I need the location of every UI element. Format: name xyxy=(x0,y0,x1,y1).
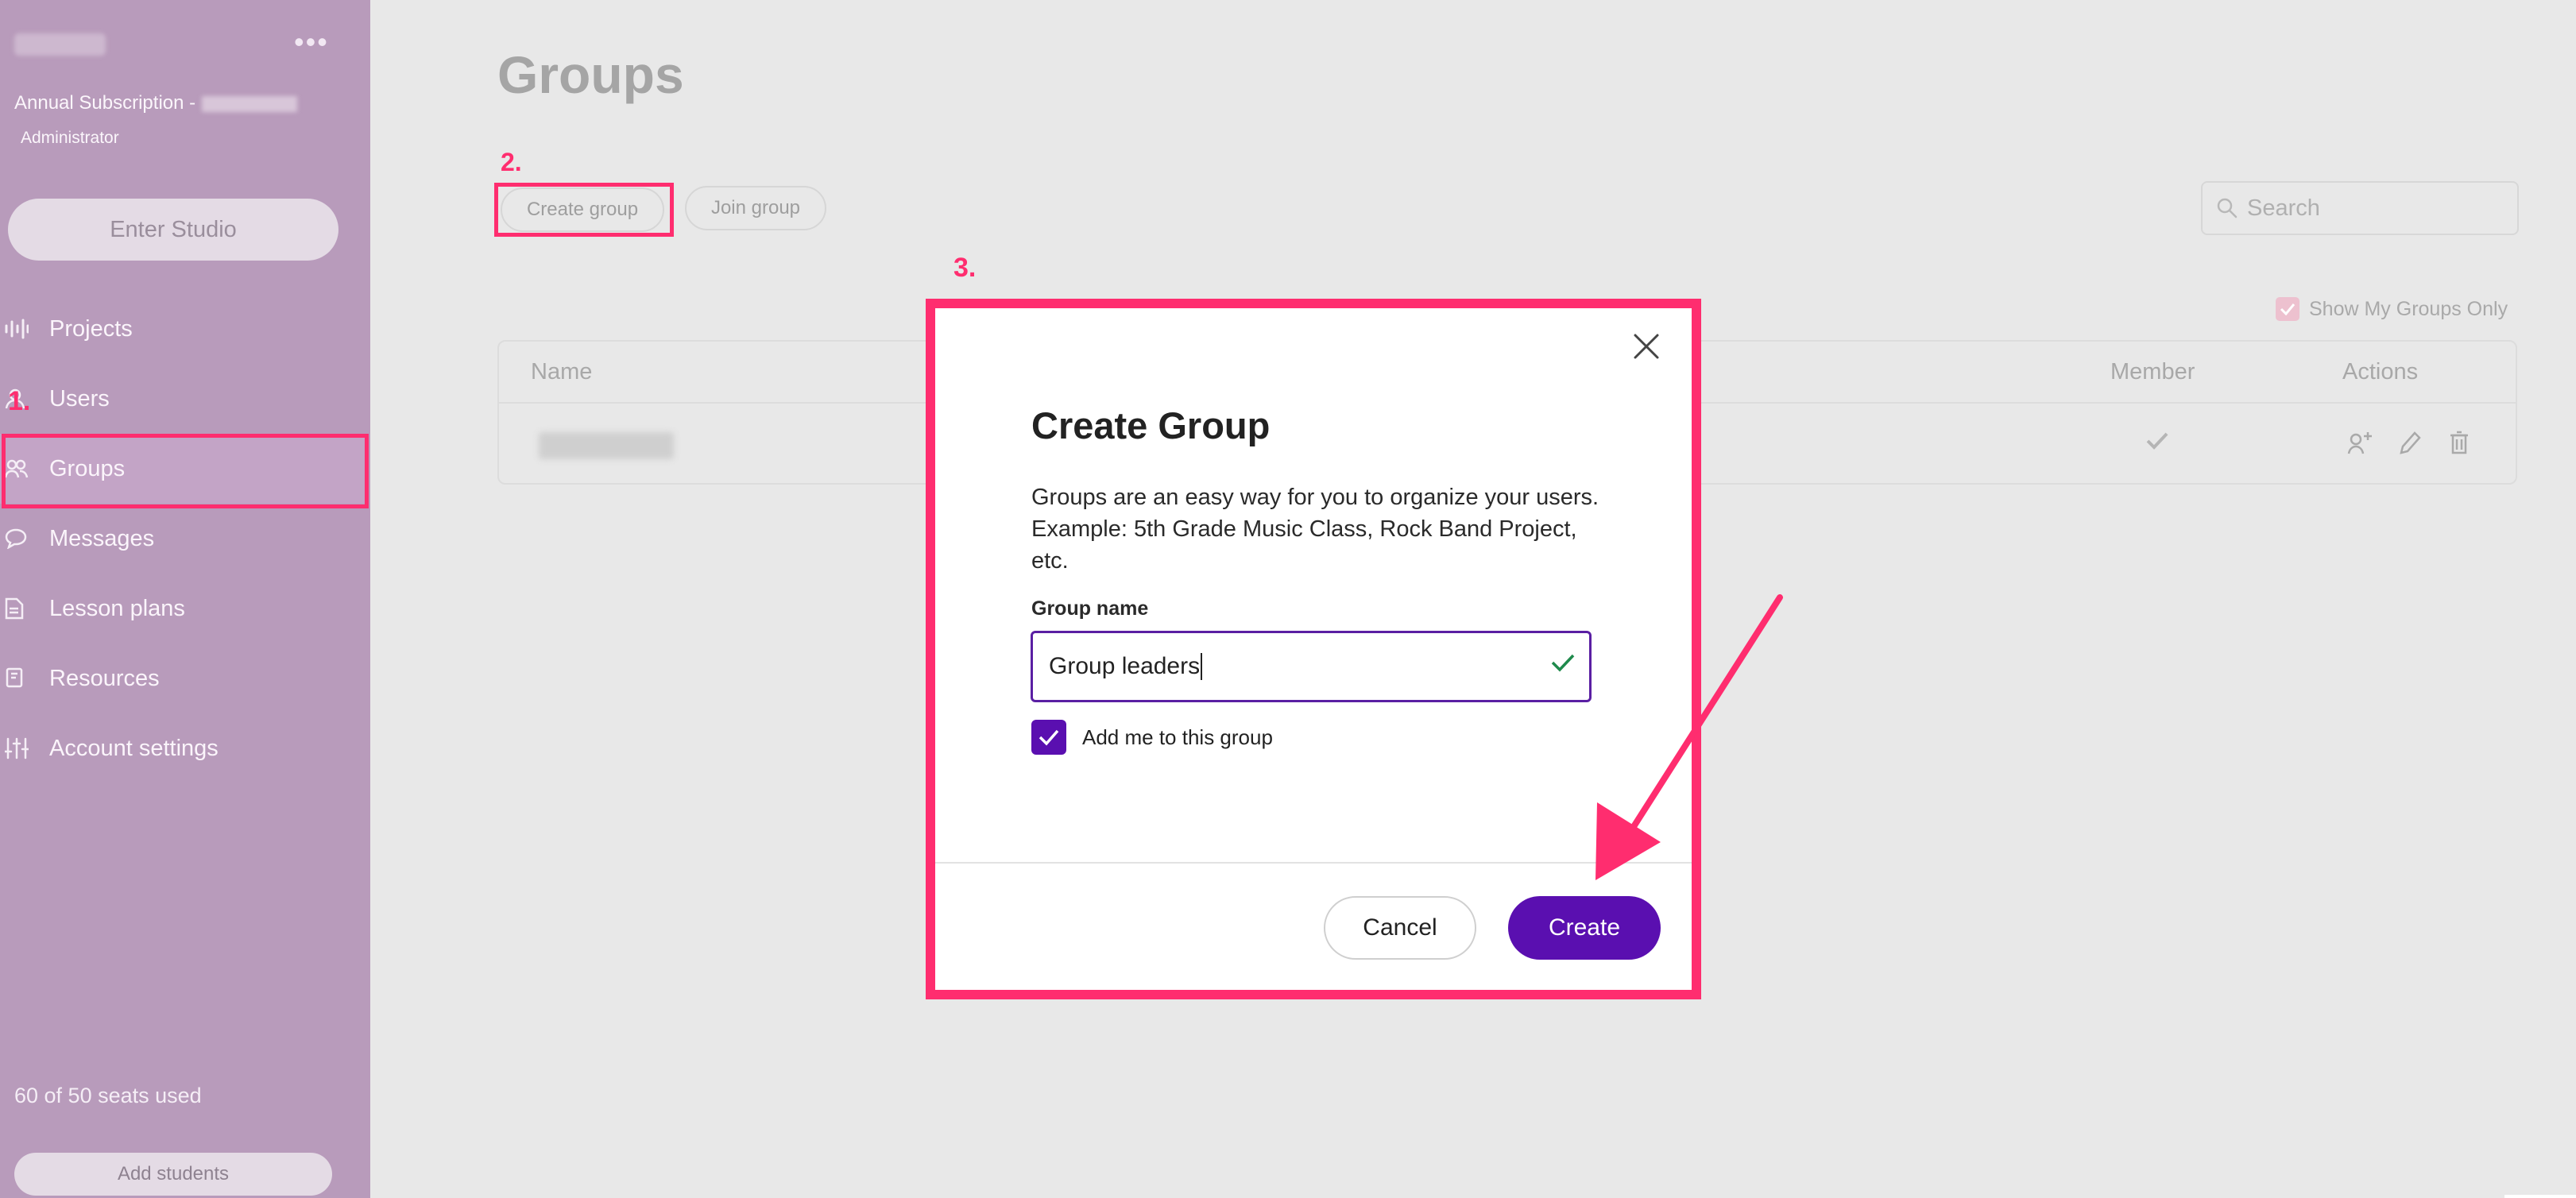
waveform-icon xyxy=(5,319,29,339)
annotation-box-groups xyxy=(2,434,369,508)
enter-studio-button[interactable]: Enter Studio xyxy=(8,199,338,261)
dialog-description: Groups are an easy way for you to organi… xyxy=(1031,485,1599,574)
document-icon xyxy=(5,597,29,620)
dialog-title: Create Group xyxy=(1031,404,1271,446)
chat-bubble-icon xyxy=(5,528,29,549)
subscription-text: Annual Subscription - xyxy=(14,92,196,114)
column-header-member: Member xyxy=(2110,359,2195,385)
text-cursor xyxy=(1201,653,1203,680)
seats-used-text: 60 of 50 seats used xyxy=(14,1084,202,1107)
annotation-step-2: 2. xyxy=(501,148,522,176)
column-header-name: Name xyxy=(531,359,593,385)
cancel-button[interactable]: Cancel xyxy=(1324,896,1476,960)
subscription-label: Annual Subscription - xyxy=(14,92,298,114)
annotation-box-create-group xyxy=(494,183,674,237)
column-header-actions: Actions xyxy=(2342,359,2419,385)
group-name-blurred xyxy=(539,432,674,459)
group-name-label: Group name xyxy=(1031,597,1149,620)
sidebar-item-label: Resources xyxy=(49,665,160,691)
checkbox-checked-icon[interactable] xyxy=(2276,297,2299,321)
add-member-icon[interactable] xyxy=(2347,431,2374,458)
sidebar-item-resources[interactable]: Resources xyxy=(0,643,369,713)
sidebar-item-users[interactable]: Users xyxy=(0,364,369,434)
sidebar-item-label: Projects xyxy=(49,315,133,342)
bottom-edge-strip xyxy=(2504,1195,2576,1198)
group-name-input[interactable]: Group leaders xyxy=(1031,631,1592,702)
dialog-footer-divider xyxy=(935,862,1692,864)
join-group-button[interactable]: Join group xyxy=(685,186,826,230)
search-icon xyxy=(2217,198,2238,218)
member-check-icon xyxy=(2145,431,2169,455)
sidebar-item-projects[interactable]: Projects xyxy=(0,294,369,364)
add-me-label: Add me to this group xyxy=(1082,725,1273,749)
annotation-step-3: 3. xyxy=(953,253,977,283)
valid-check-icon xyxy=(1549,649,1576,682)
create-button[interactable]: Create xyxy=(1508,896,1661,960)
group-name-value: Group leaders xyxy=(1049,653,1201,679)
more-menu-button[interactable]: ••• xyxy=(294,28,329,56)
show-my-groups-toggle[interactable]: Show My Groups Only xyxy=(2276,297,2508,321)
sidebar-item-account-settings[interactable]: Account settings xyxy=(0,713,369,783)
show-my-groups-label: Show My Groups Only xyxy=(2309,297,2508,320)
sidebar-item-label: Account settings xyxy=(49,735,219,761)
annotation-step-1: 1. xyxy=(8,386,31,416)
sidebar-item-label: Messages xyxy=(49,525,155,551)
bookmark-icon xyxy=(5,667,29,690)
add-me-checkbox-row[interactable]: Add me to this group xyxy=(1031,720,1273,755)
page-title: Groups xyxy=(497,45,684,104)
delete-trash-icon[interactable] xyxy=(2449,431,2470,458)
close-icon[interactable] xyxy=(1629,329,1664,364)
sidebar: ••• Annual Subscription - Administrator … xyxy=(0,0,370,1198)
sidebar-item-lesson-plans[interactable]: Lesson plans xyxy=(0,574,369,643)
sidebar-item-label: Users xyxy=(49,385,110,412)
search-input[interactable]: Search xyxy=(2201,181,2519,235)
add-students-button[interactable]: Add students xyxy=(14,1153,332,1196)
sidebar-item-messages[interactable]: Messages xyxy=(0,504,369,574)
search-placeholder: Search xyxy=(2247,195,2320,221)
account-name-blurred xyxy=(14,33,106,56)
checkbox-checked-icon[interactable] xyxy=(1031,720,1066,755)
sliders-icon xyxy=(5,737,29,759)
subscription-name-blurred xyxy=(202,95,298,112)
edit-pencil-icon[interactable] xyxy=(2400,431,2422,458)
sidebar-item-label: Lesson plans xyxy=(49,595,185,621)
role-label: Administrator xyxy=(21,129,119,147)
